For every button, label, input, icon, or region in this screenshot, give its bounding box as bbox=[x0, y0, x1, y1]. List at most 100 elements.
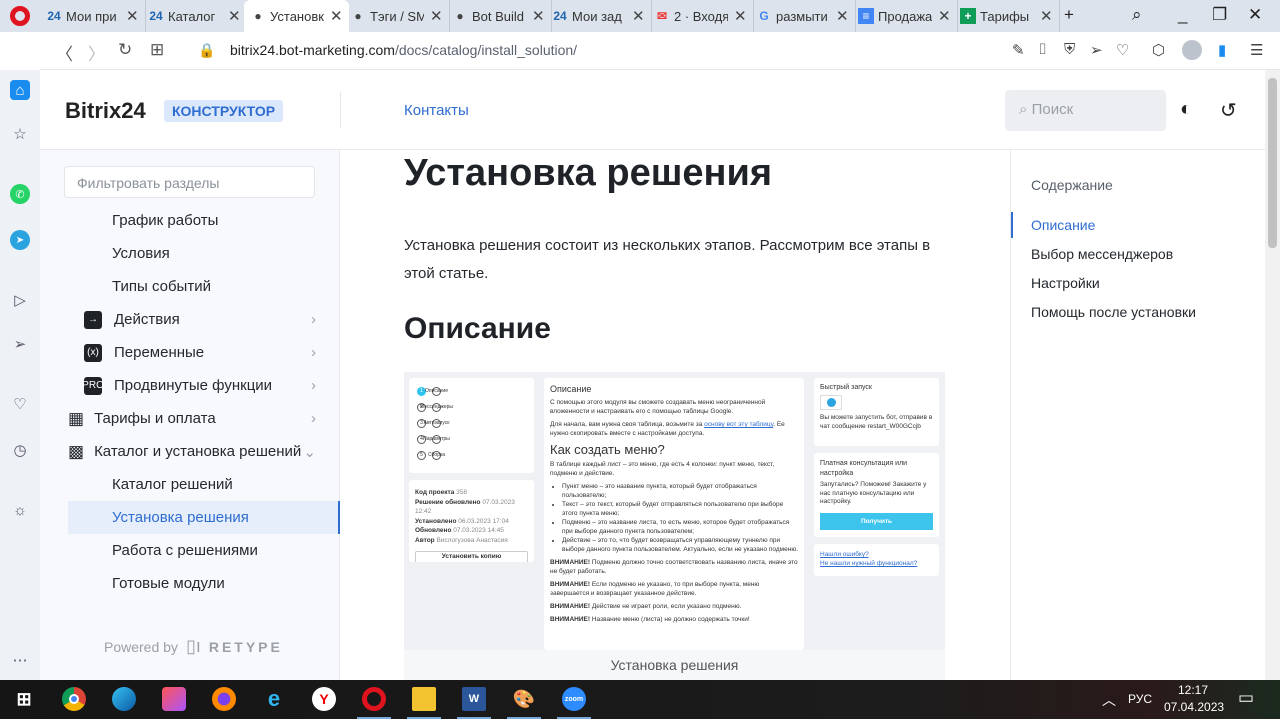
home-icon[interactable]: ⌂ bbox=[10, 80, 30, 100]
tabs-grid-icon[interactable]: ⊞ bbox=[150, 40, 164, 60]
heart-icon[interactable]: ♡ bbox=[10, 394, 30, 414]
close-tab-icon[interactable]: ✕ bbox=[330, 7, 343, 25]
firefox-icon[interactable] bbox=[212, 687, 236, 711]
opera-icon[interactable] bbox=[362, 687, 386, 711]
step-item[interactable]: 3 Автозапуск bbox=[417, 415, 526, 431]
step-item[interactable]: 5 Сборка bbox=[417, 447, 526, 463]
minimize-button[interactable]: _ bbox=[1178, 5, 1187, 25]
close-tab-icon[interactable]: ✕ bbox=[126, 7, 139, 25]
history-icon[interactable]: ◷ bbox=[10, 440, 30, 460]
tab-6[interactable]: ✉ 2 · Входя ✕ bbox=[648, 0, 754, 32]
close-tab-icon[interactable]: ✕ bbox=[734, 7, 747, 25]
chevron-icon[interactable]: › bbox=[311, 311, 316, 328]
sidebar-item-3[interactable]: → Действия › bbox=[68, 303, 340, 336]
theme-toggle-icon[interactable]: ◐ bbox=[1180, 98, 1192, 121]
new-tab-button[interactable]: + bbox=[1064, 5, 1074, 25]
sidebar-item-8[interactable]: Каталог решений bbox=[68, 468, 340, 501]
sidebar-item-5[interactable]: PRO Продвинутые функции › bbox=[68, 369, 340, 402]
tab-4[interactable]: ● Bot Build ✕ bbox=[446, 0, 552, 32]
sidebar-item-1[interactable]: Условия bbox=[68, 237, 340, 270]
toc-item[interactable]: Настройки bbox=[1011, 270, 1261, 296]
chevron-icon[interactable]: › bbox=[311, 377, 316, 394]
sidebar-item-7[interactable]: ▩ Каталог и установка решений ⌄ bbox=[68, 435, 340, 468]
tab-8[interactable]: ≡ Продажа ✕ bbox=[852, 0, 958, 32]
easy-setup-icon[interactable]: ☰ bbox=[1250, 41, 1263, 59]
reload-button[interactable]: ↻ bbox=[118, 40, 132, 60]
close-tab-icon[interactable]: ✕ bbox=[228, 7, 241, 25]
paint-icon[interactable]: 🎨 bbox=[512, 687, 536, 711]
cube-icon[interactable]: ⬡ bbox=[1152, 41, 1165, 59]
yandex-icon[interactable]: Y bbox=[312, 687, 336, 711]
sidebar-item-11[interactable]: Готовые модули bbox=[68, 567, 340, 600]
notifications-icon[interactable]: ▭ bbox=[1238, 688, 1254, 708]
star-icon[interactable]: ☆ bbox=[10, 124, 30, 144]
tray-chevron-icon[interactable]: ︿ bbox=[1102, 690, 1116, 710]
edge-icon[interactable] bbox=[112, 687, 136, 711]
battery-saver-icon[interactable]: ▮ bbox=[1218, 41, 1226, 59]
toc-item[interactable]: Описание bbox=[1011, 212, 1261, 238]
search-tabs-icon[interactable]: ⌕ bbox=[1132, 5, 1142, 25]
logo[interactable]: Bitrix24 bbox=[65, 98, 146, 124]
snapshot-edit-icon[interactable]: ✎ bbox=[1012, 41, 1025, 59]
adblock-shield-icon[interactable]: ⛨ bbox=[1064, 41, 1075, 58]
close-tab-icon[interactable]: ✕ bbox=[938, 7, 951, 25]
internet-explorer-icon[interactable]: e bbox=[262, 686, 286, 711]
toc-item[interactable]: Выбор мессенджеров bbox=[1011, 241, 1261, 267]
clock-date[interactable]: 07.04.2023 bbox=[1164, 700, 1224, 714]
get-button[interactable]: Получить bbox=[820, 512, 933, 530]
tab-1[interactable]: 24 Каталог ✕ bbox=[142, 0, 248, 32]
sidebar-item-4[interactable]: (x) Переменные › bbox=[68, 336, 340, 369]
send-icon[interactable]: ➢ bbox=[1090, 41, 1103, 59]
sidebar-item-2[interactable]: Типы событий bbox=[68, 270, 340, 303]
missing-feature-link[interactable]: Не нашли нужный функционал? bbox=[820, 559, 933, 568]
sidebar-item-6[interactable]: ▦ Тарифы и оплата › bbox=[68, 402, 340, 435]
contacts-link[interactable]: Контакты bbox=[404, 102, 469, 119]
step-item[interactable]: 1 Описание bbox=[417, 383, 526, 399]
chevron-icon[interactable]: ⌄ bbox=[303, 443, 316, 461]
close-window-button[interactable]: ✕ bbox=[1248, 5, 1262, 25]
telegram-icon[interactable]: ➤ bbox=[10, 230, 30, 250]
chevron-icon[interactable]: › bbox=[311, 344, 316, 361]
maximize-button[interactable]: ❐ bbox=[1212, 5, 1227, 25]
back-button[interactable]: 〈 bbox=[56, 40, 73, 65]
report-bug-link[interactable]: Нашли ошибку? bbox=[820, 550, 933, 559]
telegram-button[interactable] bbox=[820, 395, 842, 410]
history-icon[interactable]: ↺ bbox=[1220, 98, 1237, 123]
whatsapp-icon[interactable]: ✆ bbox=[10, 184, 30, 204]
step-item[interactable]: 2 Мессенджеры bbox=[417, 399, 526, 415]
install-copy-button[interactable]: Установить копию bbox=[415, 551, 528, 562]
word-icon[interactable]: W bbox=[462, 687, 486, 711]
filter-input[interactable]: Фильтровать разделы bbox=[64, 166, 315, 198]
table-link[interactable]: основу вот эту таблицу bbox=[704, 421, 773, 428]
scrollbar-thumb[interactable] bbox=[1268, 78, 1277, 248]
tab-9[interactable]: + Тарифы ✕ bbox=[954, 0, 1060, 32]
sidebar-item-0[interactable]: График работы bbox=[68, 204, 340, 237]
close-tab-icon[interactable]: ✕ bbox=[532, 7, 545, 25]
file-explorer-icon[interactable] bbox=[412, 687, 436, 711]
tab-3[interactable]: ● Тэги / SM ✕ bbox=[344, 0, 450, 32]
close-tab-icon[interactable]: ✕ bbox=[430, 7, 443, 25]
chevron-icon[interactable]: › bbox=[311, 410, 316, 427]
close-tab-icon[interactable]: ✕ bbox=[836, 7, 849, 25]
camera-icon[interactable]: ⌷ bbox=[1038, 41, 1047, 58]
sidebar-item-9[interactable]: Установка решения bbox=[68, 501, 340, 534]
forward-button[interactable]: 〉 bbox=[88, 40, 105, 65]
tab-5[interactable]: 24 Мои зад ✕ bbox=[546, 0, 652, 32]
toc-item[interactable]: Помощь после установки bbox=[1011, 299, 1261, 325]
player-icon[interactable]: ▷ bbox=[10, 290, 30, 310]
opera-logo-icon[interactable] bbox=[10, 6, 30, 26]
scrollbar[interactable] bbox=[1265, 70, 1280, 680]
language-indicator[interactable]: РУС bbox=[1128, 692, 1152, 706]
chrome-icon[interactable] bbox=[62, 687, 86, 711]
heart-icon[interactable]: ♡ bbox=[1116, 41, 1129, 59]
tab-2[interactable]: ● Установк ✕ bbox=[244, 0, 349, 32]
clock-time[interactable]: 12:17 bbox=[1178, 683, 1208, 697]
more-icon[interactable]: ⋯ bbox=[10, 650, 30, 670]
sidebar-item-10[interactable]: Работа с решениями bbox=[68, 534, 340, 567]
powered-by[interactable]: Powered by ▯ı RETYPE bbox=[104, 636, 283, 657]
bulb-icon[interactable]: ☼ bbox=[10, 500, 30, 520]
close-tab-icon[interactable]: ✕ bbox=[1040, 7, 1053, 25]
app-crystal-icon[interactable] bbox=[162, 687, 186, 711]
tab-7[interactable]: Gразмыти ✕ bbox=[750, 0, 856, 32]
step-item[interactable]: 4 Параметры bbox=[417, 431, 526, 447]
